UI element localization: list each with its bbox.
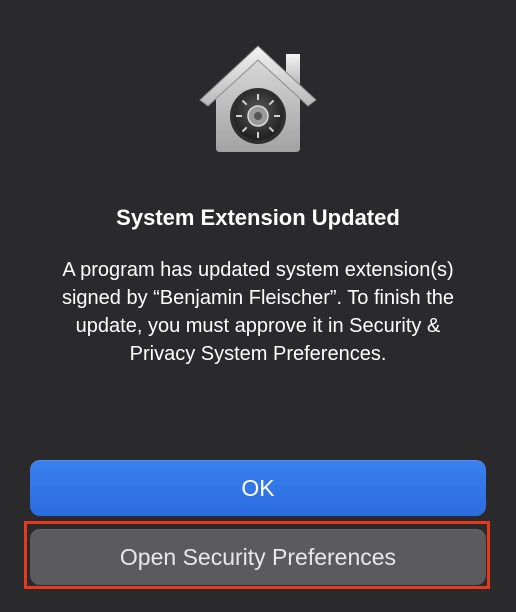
system-extension-dialog: System Extension Updated A program has u… [0,0,516,612]
dialog-message: A program has updated system extension(s… [61,259,455,365]
ok-button[interactable]: OK [30,460,486,516]
open-security-preferences-button[interactable]: Open Security Preferences [30,529,486,585]
security-vault-house-icon [199,45,317,152]
dialog-title: System Extension Updated [116,205,400,230]
